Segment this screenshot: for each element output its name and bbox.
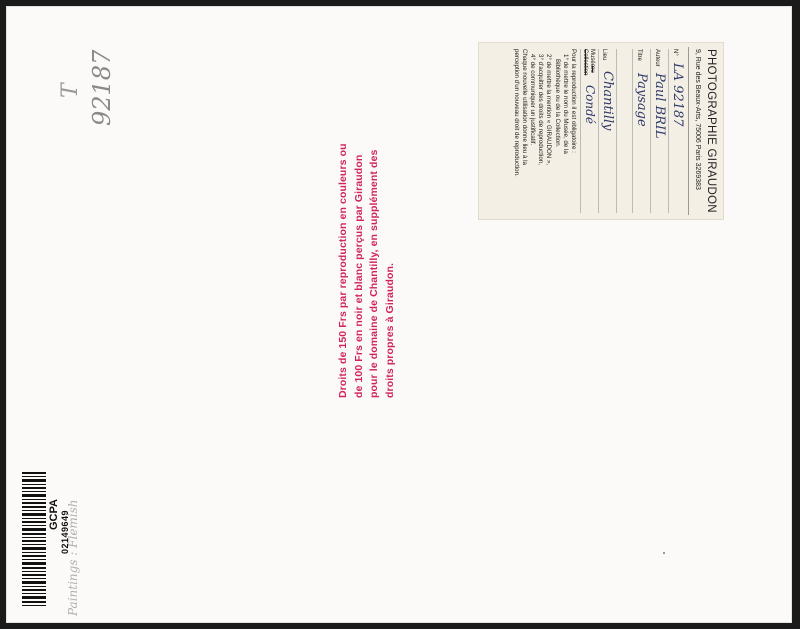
tiny-dot — [663, 552, 665, 554]
rights-stamp: Droits de 150 Frs par reproduction en co… — [336, 118, 398, 398]
pencil-t-mark: T — [58, 83, 83, 98]
label-company: PHOTOGRAPHIE GIRAUDON — [705, 49, 717, 213]
label-field-titre: Titre Paysage — [632, 49, 649, 213]
barcode-bars — [20, 470, 48, 608]
photo-back-card: T 92187 Droits de 150 Frs par reproducti… — [6, 6, 792, 623]
label-address: 9, Rue des Beaux-Arts, 75006 Paris 32693… — [694, 49, 701, 190]
giraudon-label: PHOTOGRAPHIE GIRAUDON 9, Rue des Beaux-A… — [478, 42, 724, 220]
pencil-category: Paintings : Flemish — [66, 499, 80, 616]
stamp-line: droits propres à Giraudon. — [383, 262, 396, 398]
stamp-line: de 100 Frs en noir et blanc perçus par G… — [352, 154, 365, 398]
label-notice: Pour la reproduction il est obligatoire … — [512, 49, 577, 177]
pencil-catalog-number: 92187 — [88, 49, 116, 126]
label-field-no: N° LA 92187 — [668, 49, 685, 213]
label-field-auteur: Auteur Paul BRIL — [650, 49, 667, 213]
barcode-org: GCPA — [48, 499, 60, 530]
stamp-line: pour le domaine de Chantilly, en supplém… — [368, 149, 380, 398]
label-rule — [616, 49, 631, 213]
label-field-musee: Musée ou Collection Condé — [580, 49, 597, 213]
label-field-lieu: Lieu Chantilly — [598, 49, 615, 213]
label-rule — [688, 47, 689, 215]
stamp-line: Droits de 150 Frs par reproduction en co… — [337, 143, 349, 398]
